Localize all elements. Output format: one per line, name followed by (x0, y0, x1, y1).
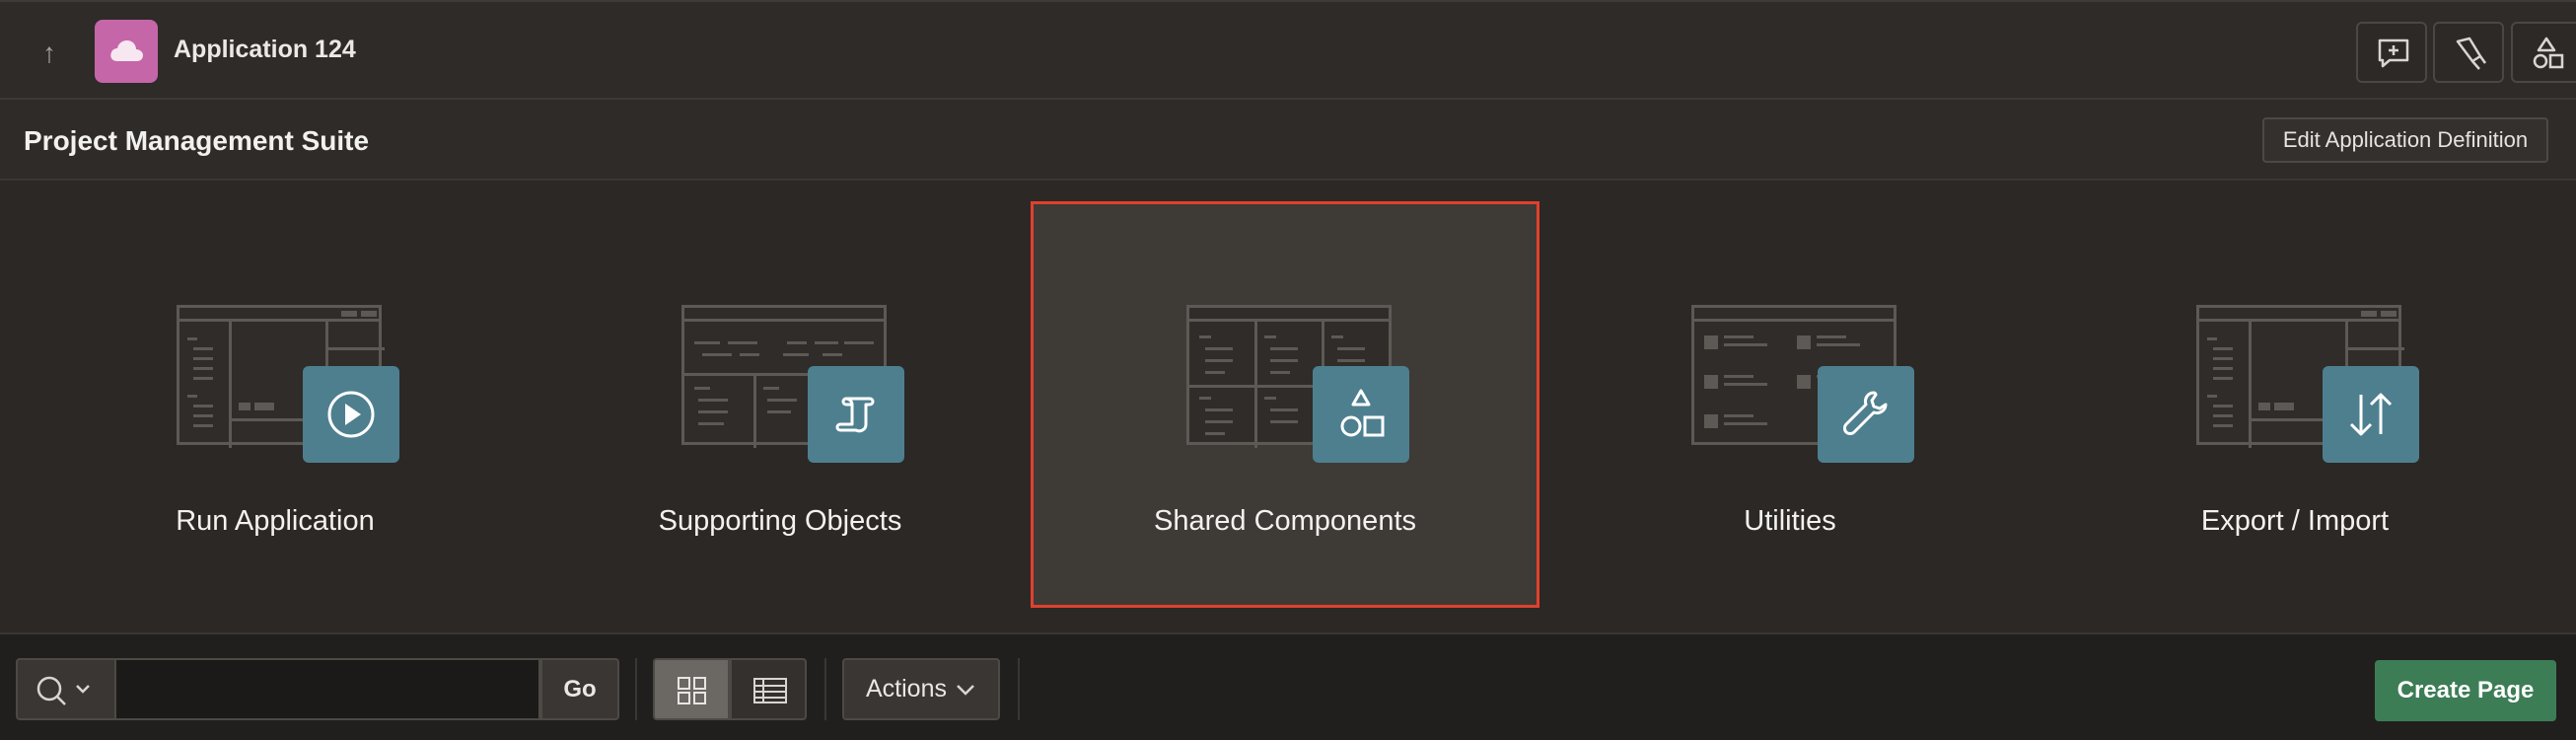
run-application-illustration (177, 305, 399, 463)
tile-run-application[interactable]: Run Application (21, 201, 530, 608)
dashboard-tiles: Run Application Supporting Objects Share… (0, 183, 2576, 631)
supporting-objects-illustration (681, 305, 904, 463)
tile-supporting-objects[interactable]: Supporting Objects (526, 201, 1035, 608)
title-bar: Project Management Suite Edit Applicatio… (0, 100, 2576, 181)
flashlight-icon (2456, 37, 2487, 70)
play-icon (327, 391, 375, 438)
edit-application-definition-button[interactable]: Edit Application Definition (2262, 117, 2548, 163)
search-icon (36, 676, 90, 705)
toolbar-divider (635, 658, 637, 720)
chat-plus-icon (2378, 38, 2409, 68)
wrench-icon (1843, 391, 1888, 435)
shared-components-shortcut[interactable] (2511, 22, 2576, 83)
actions-menu-button[interactable]: Actions (842, 658, 1000, 720)
flashlight-button[interactable] (2433, 22, 2504, 83)
tile-export-import[interactable]: Export / Import (2040, 201, 2549, 608)
tile-label: Run Application (176, 505, 375, 537)
bottom-toolbar: Go Actions Create Page (0, 632, 2576, 740)
search-options-button[interactable] (16, 658, 116, 720)
utilities-illustration (1691, 305, 1914, 463)
top-bar: ↑ Application 124 (0, 0, 2576, 100)
export-import-illustration (2196, 305, 2419, 463)
grid-view-button[interactable] (653, 658, 730, 720)
grid-icon (678, 677, 706, 704)
table-icon (753, 678, 787, 703)
chevron-down-icon (957, 685, 974, 696)
tile-label: Shared Components (1154, 505, 1416, 537)
tile-shared-components[interactable]: Shared Components (1031, 201, 1539, 608)
page-title: Project Management Suite (24, 125, 370, 156)
supporting-objects-badge (808, 366, 904, 463)
export-import-badge (2323, 366, 2419, 463)
tile-label: Supporting Objects (658, 505, 902, 537)
app-cloud-icon (95, 20, 158, 83)
tile-label: Export / Import (2200, 505, 2390, 537)
feedback-button[interactable] (2356, 22, 2427, 83)
chevron-down-icon (76, 685, 90, 694)
shapes-icon (1340, 389, 1385, 437)
tile-utilities[interactable]: Utilities (1536, 201, 2044, 608)
actions-label: Actions (866, 675, 947, 703)
up-arrow-icon[interactable]: ↑ (30, 37, 69, 69)
search-input[interactable] (116, 658, 540, 720)
app-name: Application 124 (174, 36, 356, 63)
toolbar-divider (824, 658, 826, 720)
scroll-icon (835, 397, 875, 433)
run-badge (303, 366, 399, 463)
table-view-button[interactable] (730, 658, 807, 720)
arrows-up-down-icon (2349, 393, 2393, 436)
create-page-button[interactable]: Create Page (2375, 660, 2556, 721)
shared-components-badge (1313, 366, 1409, 463)
tile-label: Utilities (1744, 505, 1836, 537)
utilities-badge (1818, 366, 1914, 463)
shapes-icon (2533, 37, 2564, 69)
toolbar-divider (1018, 658, 1020, 720)
shared-components-illustration (1186, 305, 1409, 463)
go-button[interactable]: Go (540, 658, 619, 720)
